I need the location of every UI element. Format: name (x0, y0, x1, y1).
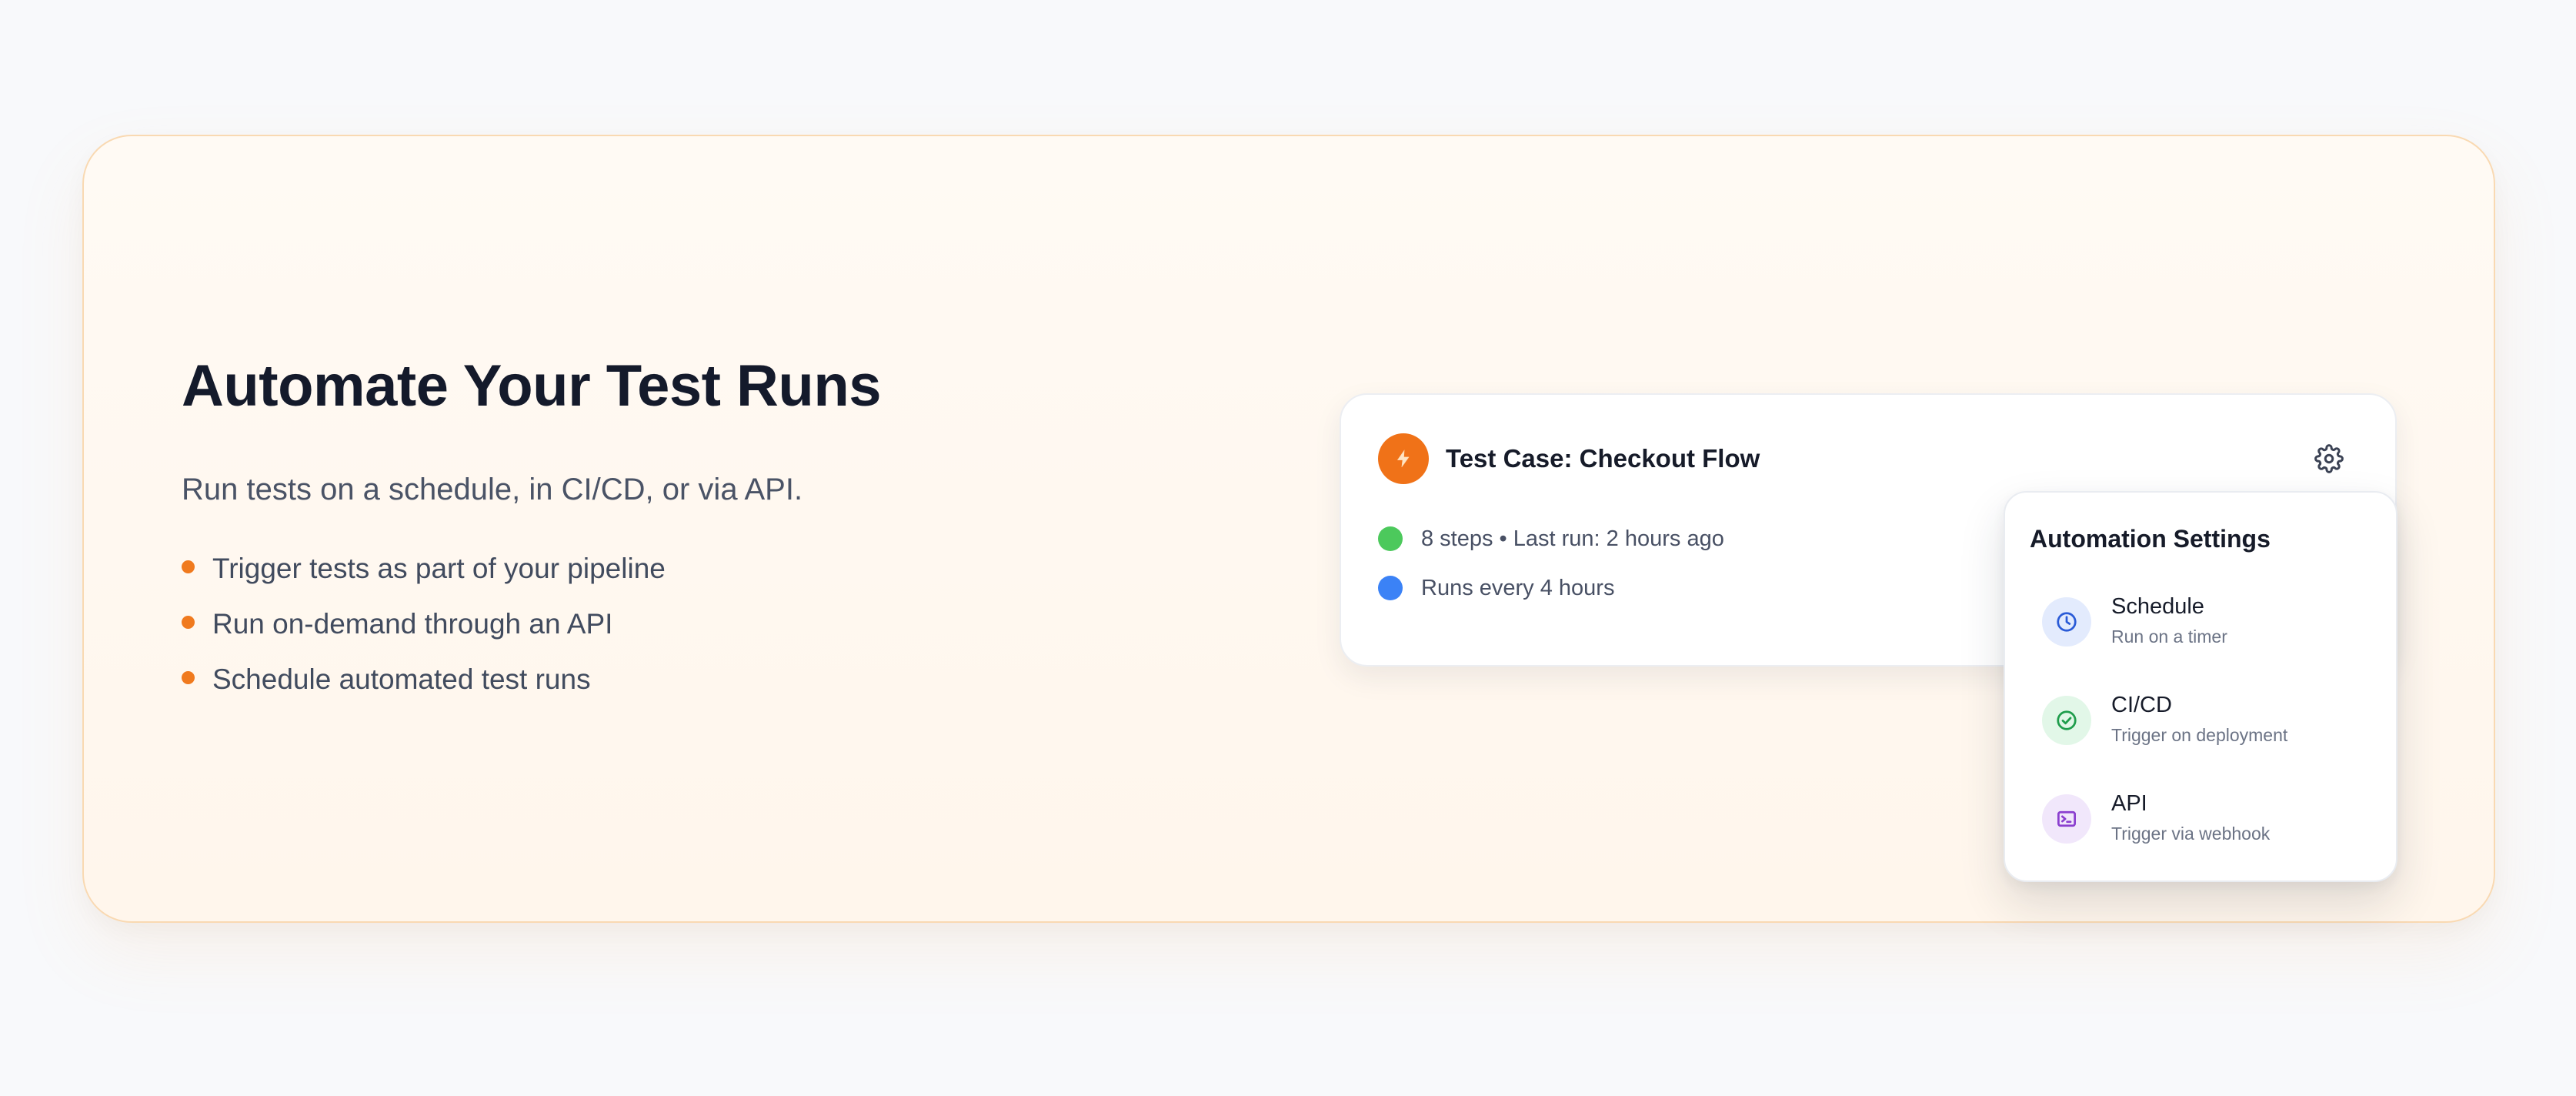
bullet-icon (182, 560, 195, 573)
gear-icon[interactable] (2313, 443, 2345, 475)
menu-item-label: API (2111, 791, 2147, 816)
check-circle-icon (2042, 696, 2091, 745)
schedule-status: Runs every 4 hours (1378, 573, 1614, 603)
list-item: Trigger tests as part of your pipeline (182, 548, 666, 603)
menu-item-description: Trigger via webhook (2111, 824, 2271, 844)
menu-title: Automation Settings (2030, 525, 2271, 553)
card-title: Test Case: Checkout Flow (1446, 444, 1760, 473)
menu-item-label: CI/CD (2111, 693, 2172, 717)
list-item-label: Schedule automated test runs (212, 663, 591, 695)
lightning-bolt-icon (1378, 433, 1429, 484)
page-subtitle: Run tests on a schedule, in CI/CD, or vi… (182, 473, 803, 506)
clock-icon (2042, 597, 2091, 647)
list-item: Run on-demand through an API (182, 603, 666, 659)
bullet-icon (182, 671, 195, 684)
list-item-label: Run on-demand through an API (212, 608, 613, 640)
menu-item-cicd[interactable]: CI/CD Trigger on deployment (2017, 680, 2385, 757)
status-dot-icon (1378, 576, 1403, 600)
schedule-text: Runs every 4 hours (1421, 576, 1615, 600)
menu-item-description: Run on a timer (2111, 627, 2227, 647)
list-item: Schedule automated test runs (182, 659, 666, 714)
automation-settings-menu: Automation Settings Schedule Run on a ti… (2004, 491, 2397, 882)
menu-item-api[interactable]: API Trigger via webhook (2017, 779, 2385, 856)
feature-list: Trigger tests as part of your pipeline R… (182, 548, 666, 714)
page-title: Automate Your Test Runs (182, 353, 882, 419)
list-item-label: Trigger tests as part of your pipeline (212, 553, 666, 584)
last-run-status: 8 steps • Last run: 2 hours ago (1378, 523, 1724, 554)
bullet-icon (182, 616, 195, 629)
terminal-icon (2042, 794, 2091, 844)
status-dot-icon (1378, 526, 1403, 551)
last-run-text: 8 steps • Last run: 2 hours ago (1421, 526, 1724, 551)
menu-item-schedule[interactable]: Schedule Run on a timer (2017, 582, 2385, 659)
menu-item-label: Schedule (2111, 594, 2204, 619)
menu-item-description: Trigger on deployment (2111, 725, 2288, 745)
